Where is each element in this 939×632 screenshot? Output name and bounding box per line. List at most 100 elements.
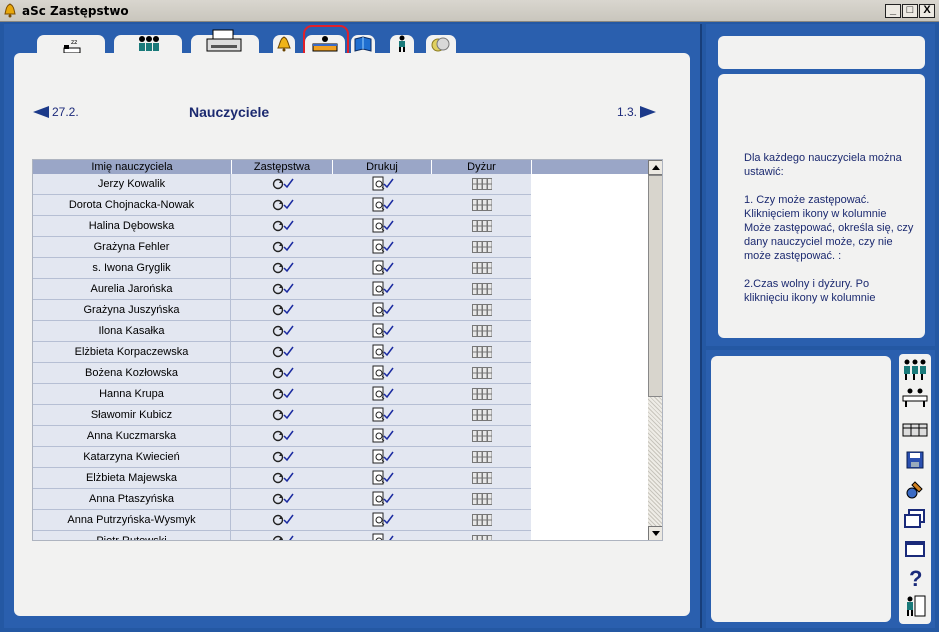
save-button[interactable] [901,446,929,474]
substitution-toggle[interactable] [232,174,333,194]
substitution-toggle[interactable] [232,216,333,236]
table-row[interactable]: Anna Kuczmarska [33,426,531,447]
table-row[interactable]: Elżbieta Korpaczewska [33,342,531,363]
table-row[interactable]: Anna Ptaszyńska [33,489,531,510]
help-button[interactable]: ? [901,564,929,592]
duty-toggle[interactable] [432,468,532,488]
substitution-toggle[interactable] [232,363,333,383]
table-row[interactable]: Jerzy Kowalik [33,174,531,195]
table-row[interactable]: Katarzyna Kwiecień [33,447,531,468]
duty-toggle[interactable] [432,342,532,362]
minimize-button[interactable]: _ [885,4,901,18]
print-toggle[interactable] [333,405,432,425]
substitution-toggle[interactable] [232,468,333,488]
column-header-substitution[interactable]: Zastępstwa [232,160,333,174]
window-button[interactable] [901,535,929,563]
duty-toggle[interactable] [432,300,532,320]
duty-toggle[interactable] [432,426,532,446]
table-row[interactable]: Grażyna Juszyńska [33,300,531,321]
print-toggle[interactable] [333,237,432,257]
print-toggle[interactable] [333,468,432,488]
print-toggle[interactable] [333,384,432,404]
table-row[interactable]: Halina Dębowska [33,216,531,237]
tab-bell[interactable] [273,35,295,55]
print-toggle[interactable] [333,174,432,194]
duty-toggle[interactable] [432,321,532,341]
table-row[interactable]: Anna Putrzyńska-Wysmyk [33,510,531,531]
teachers-group-button[interactable] [901,356,929,384]
duty-toggle[interactable] [432,258,532,278]
print-toggle[interactable] [333,321,432,341]
scroll-thumb[interactable] [648,175,662,397]
table-row[interactable]: Ilona Kasałka [33,321,531,342]
vertical-scrollbar[interactable] [648,160,662,540]
scroll-up-button[interactable] [648,160,662,175]
print-toggle[interactable] [333,279,432,299]
table-row[interactable]: Sławomir Kubicz [33,405,531,426]
tab-absence[interactable]: zz [37,35,105,55]
table-row[interactable]: Hanna Krupa [33,384,531,405]
substitution-toggle[interactable] [232,489,333,509]
table-row[interactable]: Piotr Rutowski [33,531,532,540]
print-toggle[interactable] [333,258,432,278]
print-toggle[interactable] [333,531,432,540]
print-toggle[interactable] [333,489,432,509]
tools-button[interactable] [901,476,929,504]
duty-toggle[interactable] [432,489,532,509]
duty-toggle[interactable] [432,174,532,194]
table-button[interactable] [901,416,929,444]
duty-toggle[interactable] [432,216,532,236]
substitution-toggle[interactable] [232,300,333,320]
column-header-duty[interactable]: Dyżur [432,160,532,174]
print-toggle[interactable] [333,363,432,383]
scroll-down-button[interactable] [648,526,662,540]
print-toggle[interactable] [333,447,432,467]
windows-button[interactable] [901,505,929,533]
substitution-toggle[interactable] [232,195,333,215]
print-toggle[interactable] [333,426,432,446]
substitution-toggle[interactable] [232,405,333,425]
tab-teachers[interactable] [114,35,182,55]
duty-toggle[interactable] [432,363,532,383]
duty-toggle[interactable] [432,384,532,404]
close-button[interactable]: X [919,4,935,18]
print-toggle[interactable] [333,216,432,236]
print-toggle[interactable] [333,195,432,215]
duty-toggle[interactable] [432,447,532,467]
duty-toggle[interactable] [432,510,532,530]
print-toggle[interactable] [333,510,432,530]
tab-book[interactable] [351,35,375,55]
table-row[interactable]: Bożena Kozłowska [33,363,531,384]
table-row[interactable]: Grażyna Fehler [33,237,531,258]
table-row[interactable]: Elżbieta Majewska [33,468,531,489]
tab-person[interactable] [390,35,414,55]
tab-coins[interactable] [426,35,456,55]
column-header-name[interactable]: Imię nauczyciela [33,160,232,174]
print-toggle[interactable] [333,300,432,320]
scroll-track[interactable] [648,397,662,527]
prev-date-link[interactable]: 27.2. [33,105,79,119]
next-date-link[interactable]: 1.3. [617,105,657,119]
duty-toggle[interactable] [432,195,532,215]
substitution-toggle[interactable] [232,426,333,446]
column-header-print[interactable]: Drukuj [333,160,432,174]
duty-toggle[interactable] [432,237,532,257]
substitution-toggle[interactable] [232,510,333,530]
substitution-toggle[interactable] [232,279,333,299]
substitution-toggle[interactable] [232,447,333,467]
duty-toggle[interactable] [432,531,532,540]
maximize-button[interactable]: □ [902,4,918,18]
duty-toggle[interactable] [432,405,532,425]
substitution-toggle[interactable] [232,342,333,362]
substitution-toggle[interactable] [232,531,333,540]
table-row[interactable]: Aurelia Jarońska [33,279,531,300]
substitution-toggle[interactable] [232,258,333,278]
tab-print[interactable] [191,29,259,55]
substitution-toggle[interactable] [232,384,333,404]
duty-toggle[interactable] [432,279,532,299]
substitution-toggle[interactable] [232,321,333,341]
table-row[interactable]: Dorota Chojnacka-Nowak [33,195,531,216]
exit-button[interactable] [901,592,929,620]
table-row[interactable]: s. Iwona Gryglik [33,258,531,279]
print-toggle[interactable] [333,342,432,362]
